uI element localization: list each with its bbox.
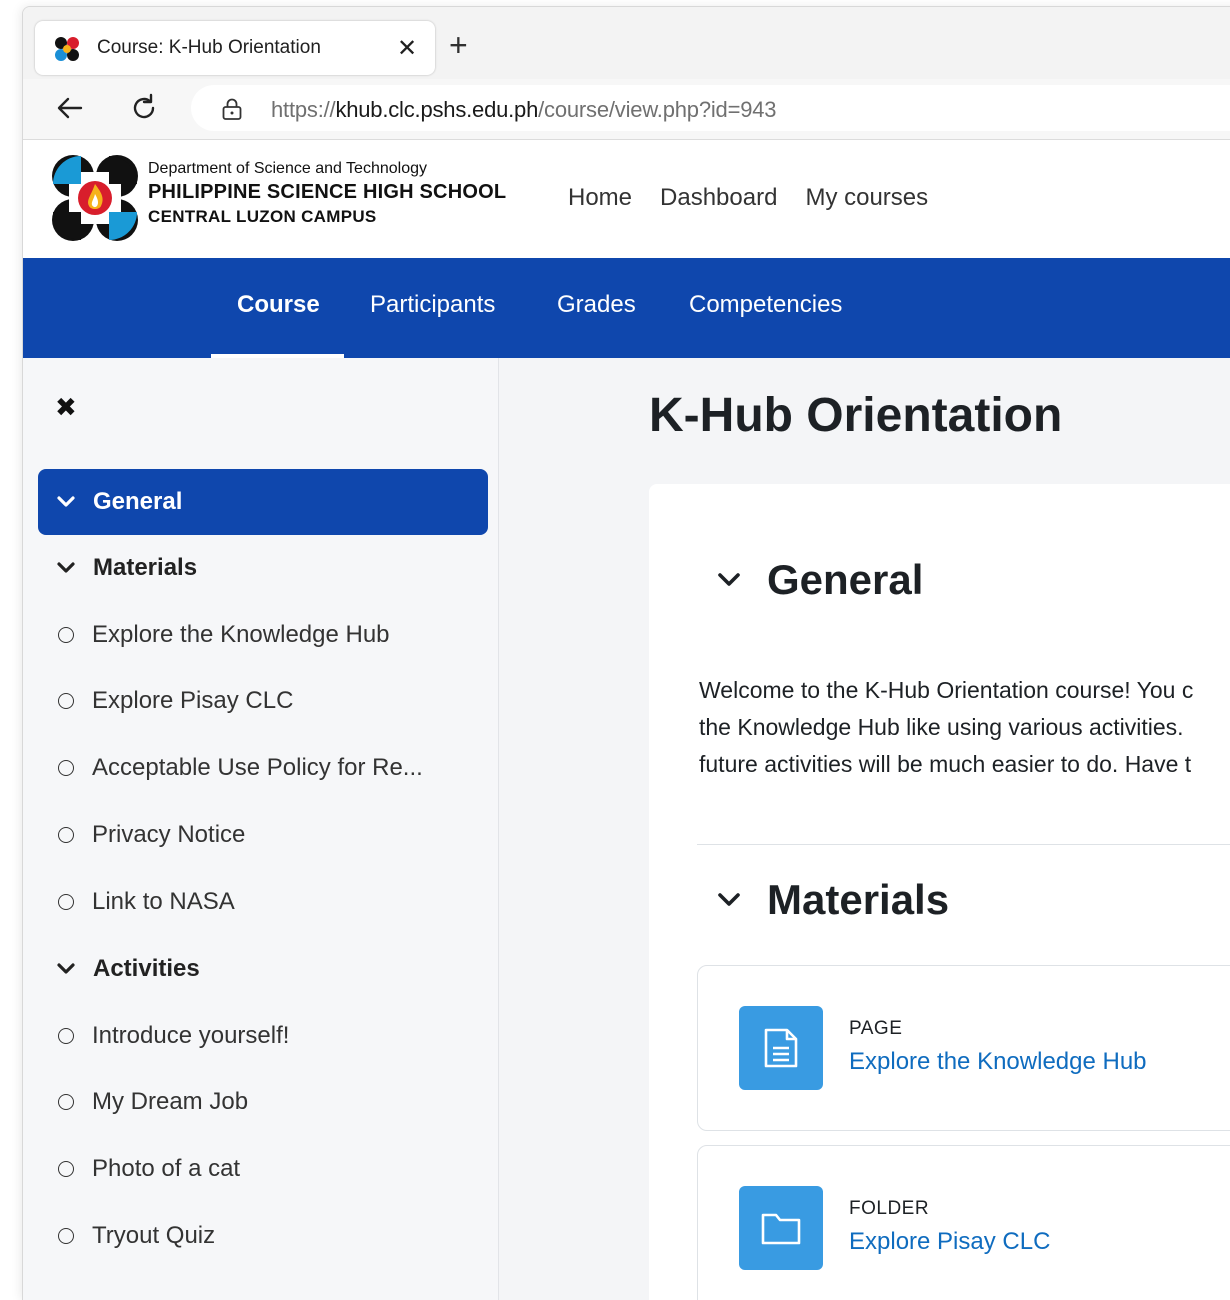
new-tab-button[interactable]: + xyxy=(449,29,468,61)
section-summary: Welcome to the K-Hub Orientation course!… xyxy=(699,672,1230,783)
page-title: K-Hub Orientation xyxy=(649,389,1063,442)
chevron-down-icon[interactable] xyxy=(709,572,749,588)
item-label: Explore Pisay CLC xyxy=(92,687,294,714)
lock-icon[interactable] xyxy=(221,97,243,121)
tab-competencies[interactable]: Competencies xyxy=(689,291,842,319)
section-label: Activities xyxy=(93,955,200,982)
url-host: khub.clc.pshs.edu.ph xyxy=(335,97,539,122)
tab-title: Course: K-Hub Orientation xyxy=(97,37,321,58)
activity-card: FOLDER Explore Pisay CLC xyxy=(697,1145,1230,1300)
summary-line: the Knowledge Hub like using various act… xyxy=(699,714,1184,740)
tab-grades[interactable]: Grades xyxy=(557,291,636,319)
item-label: Tryout Quiz xyxy=(92,1222,216,1249)
section-header-materials: Materials xyxy=(709,876,949,924)
nav-dashboard[interactable]: Dashboard xyxy=(660,184,777,212)
chevron-down-icon[interactable] xyxy=(55,562,77,574)
url-text[interactable]: https://khub.clc.pshs.edu.ph/course/view… xyxy=(271,97,777,123)
course-index-item[interactable]: Photo of a cat xyxy=(38,1136,488,1202)
logo-line-dost: Department of Science and Technology xyxy=(148,160,427,177)
url-path: /course/view.php?id=943 xyxy=(538,97,777,122)
completion-circle-icon xyxy=(58,1094,74,1110)
site-favicon-icon xyxy=(55,37,79,61)
browser-tab[interactable]: Course: K-Hub Orientation ✕ xyxy=(35,21,435,75)
course-index-item[interactable]: My Dream Job xyxy=(38,1069,488,1135)
completion-circle-icon xyxy=(58,627,74,643)
section-divider xyxy=(697,844,1230,845)
primary-navigation: Home Dashboard My courses xyxy=(568,184,928,212)
completion-circle-icon xyxy=(58,693,74,709)
summary-line: future activities will be much easier to… xyxy=(699,751,1192,777)
course-index-section-general[interactable]: General xyxy=(38,469,488,535)
course-index-item[interactable]: Acceptable Use Policy for Re... xyxy=(38,735,488,801)
summary-line: Welcome to the K-Hub Orientation course!… xyxy=(699,677,1194,703)
main-content: K-Hub Orientation General Welcome to the… xyxy=(499,358,1230,1300)
course-content-card: General Welcome to the K-Hub Orientation… xyxy=(649,484,1230,1300)
activity-card: PAGE Explore the Knowledge Hub xyxy=(697,965,1230,1131)
back-arrow-icon[interactable] xyxy=(53,91,87,125)
section-title[interactable]: Materials xyxy=(767,876,949,924)
activity-type: PAGE xyxy=(849,1018,903,1039)
logo-line-campus: CENTRAL LUZON CAMPUS xyxy=(148,207,377,226)
item-label: Explore the Knowledge Hub xyxy=(92,621,390,648)
item-label: Privacy Notice xyxy=(92,821,246,848)
chevron-down-icon[interactable] xyxy=(709,892,749,908)
course-index-item[interactable]: Link to NASA xyxy=(38,869,488,935)
tab-participants[interactable]: Participants xyxy=(370,291,495,319)
reload-icon[interactable] xyxy=(127,91,161,125)
tab-strip: Course: K-Hub Orientation ✕ + xyxy=(23,7,1230,79)
browser-window: Course: K-Hub Orientation ✕ + https://kh… xyxy=(22,6,1230,1300)
item-label: Introduce yourself! xyxy=(92,1022,290,1049)
site-header: Department of Science and Technology PHI… xyxy=(23,140,1230,258)
tab-course[interactable]: Course xyxy=(237,291,320,319)
item-label: Link to NASA xyxy=(92,888,235,915)
url-scheme: https:// xyxy=(271,97,336,122)
course-index-item[interactable]: Tryout Quiz xyxy=(38,1203,488,1269)
browser-toolbar: https://khub.clc.pshs.edu.ph/course/view… xyxy=(23,79,1230,140)
completion-circle-icon xyxy=(58,760,74,776)
course-index-section-materials[interactable]: Materials xyxy=(38,535,488,601)
completion-circle-icon xyxy=(58,1228,74,1244)
course-secondary-navigation: Course Participants Grades Competencies xyxy=(23,258,1230,358)
course-index-item[interactable]: Introduce yourself! xyxy=(38,1003,488,1069)
nav-my-courses[interactable]: My courses xyxy=(805,184,928,212)
activity-link[interactable]: Explore the Knowledge Hub xyxy=(849,1048,1147,1076)
completion-circle-icon xyxy=(58,894,74,910)
close-drawer-icon[interactable]: ✖ xyxy=(55,392,77,423)
page-icon xyxy=(739,1006,823,1090)
course-index-item[interactable]: Explore the Knowledge Hub xyxy=(38,602,488,668)
course-index-item[interactable]: Explore Pisay CLC xyxy=(38,668,488,734)
section-header-general: General xyxy=(709,556,923,604)
section-title[interactable]: General xyxy=(767,556,923,604)
completion-circle-icon xyxy=(58,827,74,843)
course-index-item[interactable]: Privacy Notice xyxy=(38,802,488,868)
item-label: Photo of a cat xyxy=(92,1155,241,1182)
activity-link[interactable]: Explore Pisay CLC xyxy=(849,1228,1050,1256)
address-bar[interactable]: https://khub.clc.pshs.edu.ph/course/view… xyxy=(191,85,1230,131)
section-label: General xyxy=(93,488,183,515)
course-index-section-activities[interactable]: Activities xyxy=(38,936,488,1002)
completion-circle-icon xyxy=(58,1028,74,1044)
tab-close-icon[interactable]: ✕ xyxy=(397,34,417,63)
logo-line-school: PHILIPPINE SCIENCE HIGH SCHOOL xyxy=(148,181,507,203)
course-index-drawer: ✖ General Materials Explore the Knowledg… xyxy=(23,358,499,1300)
pshs-logo-icon[interactable] xyxy=(51,154,139,242)
activity-type: FOLDER xyxy=(849,1198,930,1219)
school-name[interactable]: Department of Science and Technology PHI… xyxy=(148,160,506,227)
item-label: Acceptable Use Policy for Re... xyxy=(92,754,423,781)
item-label: My Dream Job xyxy=(92,1088,249,1115)
chevron-down-icon[interactable] xyxy=(55,963,77,975)
folder-icon xyxy=(739,1186,823,1270)
section-label: Materials xyxy=(93,554,198,581)
completion-circle-icon xyxy=(58,1161,74,1177)
chevron-down-icon[interactable] xyxy=(55,496,77,508)
nav-home[interactable]: Home xyxy=(568,184,632,212)
